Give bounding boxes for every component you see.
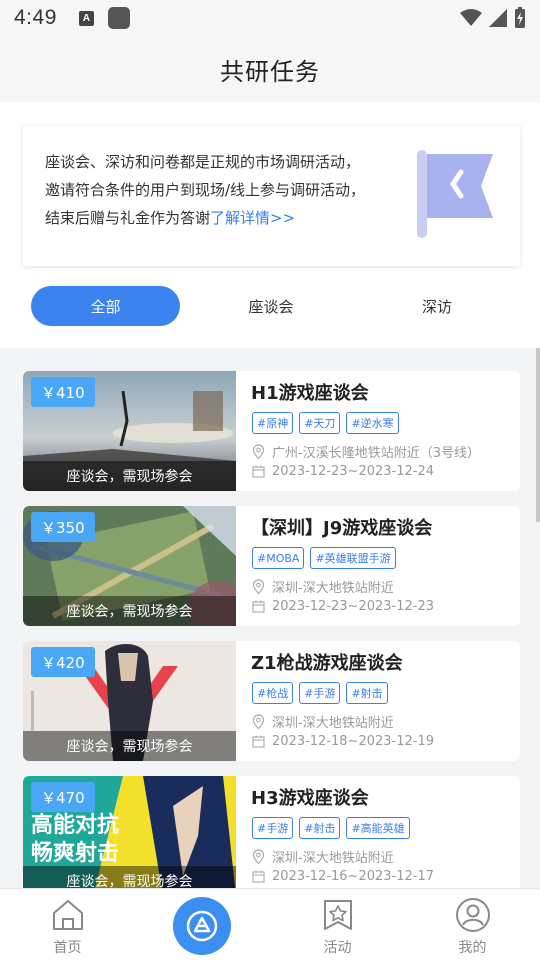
page-title: 共研任务 [220, 57, 320, 86]
intro-section: 座谈会、深访和问卷都是正规的市场调研活动， 邀请符合条件的用户到现场/线上参与调… [0, 102, 540, 348]
profile-icon [455, 898, 490, 932]
status-time: 4:49 [14, 6, 57, 29]
location-text: 深圳-深大地铁站附近 [272, 581, 394, 596]
nav-center[interactable] [135, 889, 270, 960]
battery-icon [515, 7, 525, 28]
title-bar: 共研任务 [0, 36, 540, 102]
task-location: 深圳-深大地铁站附近 [252, 712, 394, 731]
task-item[interactable]: 高能对抗 畅爽射击 ￥470 座谈会，需现场参会 H3游戏座谈会 #手游 #射击… [23, 776, 520, 896]
tag: #枪战 [252, 682, 294, 704]
nav-profile[interactable]: 我的 [405, 889, 540, 960]
home-icon [52, 900, 83, 930]
tab-symposium[interactable]: 座谈会 [180, 286, 362, 326]
thumb-slogan-1: 高能对抗 [31, 812, 119, 838]
flag-icon [417, 150, 493, 238]
thumbnail-caption: 座谈会，需现场参会 [23, 731, 236, 761]
nav-profile-label: 我的 [458, 940, 487, 956]
date-text: 2023-12-18~2023-12-19 [272, 734, 434, 749]
price-badge: ￥410 [31, 377, 95, 407]
location-pin-icon [252, 848, 265, 864]
learn-more-link[interactable]: 了解详情>> [210, 209, 295, 227]
intro-line-3: 结束后赠与礼金作为答谢了解详情>> [45, 204, 405, 232]
tag-list: #枪战 #手游 #射击 [252, 682, 388, 704]
tag: #射击 [346, 682, 388, 704]
task-thumbnail: ￥350 座谈会，需现场参会 [23, 506, 236, 626]
notification-app-icon [107, 7, 130, 29]
bottom-nav: 首页 活动 我的 [0, 888, 540, 960]
tag: #高能英雄 [346, 817, 410, 839]
task-list: ￥410 座谈会，需现场参会 H1游戏座谈会 #原神 #天刀 #逆水寒 广州-汉… [23, 371, 520, 911]
location-text: 深圳-深大地铁站附近 [272, 716, 394, 731]
price-badge: ￥420 [31, 647, 95, 677]
tag-list: #MOBA #英雄联盟手游 [252, 547, 396, 569]
task-item[interactable]: ￥420 座谈会，需现场参会 Z1枪战游戏座谈会 #枪战 #手游 #射击 深圳-… [23, 641, 520, 761]
task-location: 广州-汉溪长隆地铁站附近（3号线） [252, 442, 480, 461]
calendar-icon [252, 870, 265, 883]
nav-activity[interactable]: 活动 [270, 889, 405, 960]
signal-icon [489, 9, 507, 27]
nav-home[interactable]: 首页 [0, 889, 135, 960]
task-date: 2023-12-18~2023-12-19 [252, 734, 434, 749]
tag: #天刀 [299, 412, 341, 434]
task-thumbnail: 高能对抗 畅爽射击 ￥470 座谈会，需现场参会 [23, 776, 236, 896]
intro-line-2: 邀请符合条件的用户到现场/线上参与调研活动， [45, 181, 366, 199]
task-title: H3游戏座谈会 [251, 788, 369, 809]
intro-line-1: 座谈会、深访和问卷都是正规的市场调研活动， [45, 153, 361, 171]
task-title: H1游戏座谈会 [251, 383, 369, 404]
task-date: 2023-12-16~2023-12-17 [252, 869, 434, 884]
location-text: 广州-汉溪长隆地铁站附近（3号线） [272, 446, 480, 461]
location-text: 深圳-深大地铁站附近 [272, 851, 394, 866]
tag-list: #原神 #天刀 #逆水寒 [252, 412, 399, 434]
tag: #手游 [299, 682, 341, 704]
location-pin-icon [252, 578, 265, 594]
tab-all[interactable]: 全部 [31, 286, 180, 326]
calendar-icon [252, 735, 265, 748]
tag-list: #手游 #射击 #高能英雄 [252, 817, 410, 839]
tag: #射击 [299, 817, 341, 839]
tag: #原神 [252, 412, 294, 434]
price-badge: ￥470 [31, 782, 95, 812]
intro-card: 座谈会、深访和问卷都是正规的市场调研活动， 邀请符合条件的用户到现场/线上参与调… [23, 126, 520, 266]
task-location: 深圳-深大地铁站附近 [252, 847, 394, 866]
filter-tabs: 全部 座谈会 深访 [31, 286, 521, 326]
thumb-slogan-2: 畅爽射击 [31, 840, 119, 866]
calendar-icon [252, 600, 265, 613]
activity-icon [323, 900, 352, 930]
tag: #英雄联盟手游 [310, 547, 396, 569]
tag: #手游 [252, 817, 294, 839]
task-location: 深圳-深大地铁站附近 [252, 577, 394, 596]
date-text: 2023-12-16~2023-12-17 [272, 869, 434, 884]
nav-home-label: 首页 [53, 940, 82, 956]
calendar-icon [252, 465, 265, 478]
center-logo-icon [186, 910, 218, 942]
task-item[interactable]: ￥410 座谈会，需现场参会 H1游戏座谈会 #原神 #天刀 #逆水寒 广州-汉… [23, 371, 520, 491]
task-title: Z1枪战游戏座谈会 [251, 653, 403, 674]
tag: #MOBA [252, 547, 305, 569]
date-text: 2023-12-23~2023-12-24 [272, 464, 434, 479]
keyboard-a-icon: A [78, 10, 94, 26]
wifi-icon [460, 9, 482, 26]
task-thumbnail: ￥410 座谈会，需现场参会 [23, 371, 236, 491]
location-pin-icon [252, 443, 265, 459]
intro-line-3-text: 结束后赠与礼金作为答谢 [45, 209, 211, 227]
nav-activity-label: 活动 [323, 940, 352, 956]
task-thumbnail: ￥420 座谈会，需现场参会 [23, 641, 236, 761]
tab-interview[interactable]: 深访 [362, 286, 512, 326]
status-bar: 4:49 A [0, 0, 540, 36]
date-text: 2023-12-23~2023-12-23 [272, 599, 434, 614]
price-badge: ￥350 [31, 512, 95, 542]
task-title: 【深圳】J9游戏座谈会 [251, 518, 433, 539]
thumbnail-caption: 座谈会，需现场参会 [23, 461, 236, 491]
tag: #逆水寒 [346, 412, 399, 434]
task-date: 2023-12-23~2023-12-24 [252, 464, 434, 479]
intro-text: 座谈会、深访和问卷都是正规的市场调研活动， 邀请符合条件的用户到现场/线上参与调… [45, 148, 405, 232]
task-date: 2023-12-23~2023-12-23 [252, 599, 434, 614]
task-item[interactable]: ￥350 座谈会，需现场参会 【深圳】J9游戏座谈会 #MOBA #英雄联盟手游… [23, 506, 520, 626]
thumbnail-caption: 座谈会，需现场参会 [23, 596, 236, 626]
location-pin-icon [252, 713, 265, 729]
